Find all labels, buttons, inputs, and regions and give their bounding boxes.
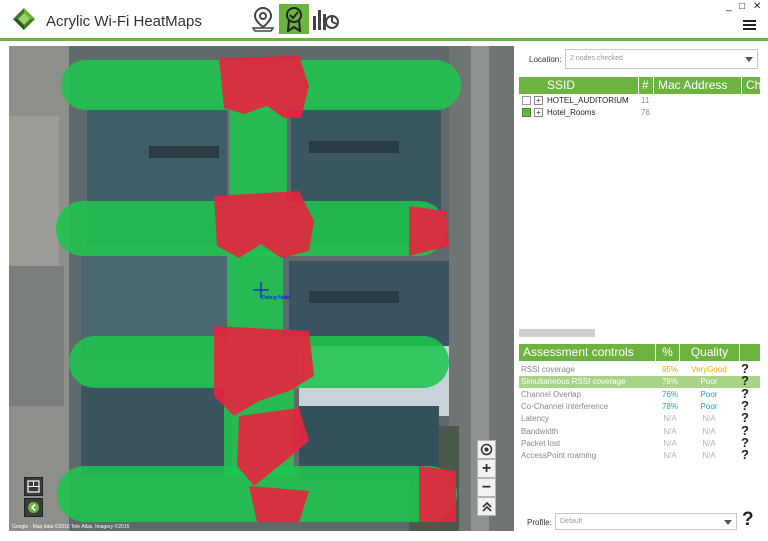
assessment-row[interactable]: Channel Overlap 76% Poor?	[519, 387, 760, 401]
assessment-percent: 76%	[661, 389, 678, 399]
menu-hamburger-icon[interactable]	[743, 20, 756, 30]
assessment-percent: 78%	[661, 401, 678, 411]
location-select[interactable]: 2 nodes checked	[565, 49, 758, 69]
tool-map-pin[interactable]	[248, 4, 278, 34]
assessment-percent: N/A	[663, 438, 677, 448]
assessment-name: Simultaneous RSSI coverage	[521, 377, 626, 387]
assessment-quality: N/A	[702, 451, 716, 461]
app-title: Acrylic Wi-Fi HeatMaps	[46, 13, 202, 30]
dropdown-arrow-icon	[724, 520, 732, 525]
assessment-quality: N/A	[702, 438, 716, 448]
horizontal-scrollbar[interactable]	[519, 329, 595, 337]
ssid-name: Hotel_Rooms	[547, 108, 596, 117]
assessment-quality: N/A	[702, 414, 716, 424]
assessment-percent: N/A	[663, 451, 677, 461]
map-pin-icon	[251, 6, 275, 32]
assessment-name: Latency	[521, 414, 550, 424]
profile-value: Default	[560, 518, 583, 525]
assessment-percent: 95%	[661, 365, 678, 374]
assessment-row[interactable]: Simultaneous RSSI coverage 78% Poor?	[519, 374, 760, 389]
locate-button[interactable]	[477, 440, 496, 459]
ssid-count: 76	[641, 108, 650, 117]
assessment-row[interactable]: Latency N/A N/A?	[519, 411, 760, 425]
report-chart-icon	[313, 10, 339, 30]
help-icon[interactable]: ?	[742, 509, 754, 531]
location-label: Location:	[529, 55, 562, 64]
minimize-button[interactable]: _	[726, 2, 732, 12]
heatmap-view[interactable]: Debug Node + − Google · Map data ©2016 T…	[9, 46, 514, 531]
assessment-quality: Poor	[700, 389, 718, 399]
tool-assessment[interactable]	[279, 4, 309, 34]
col-percent: %	[656, 344, 680, 361]
profile-label: Profile:	[527, 518, 552, 527]
ssid-table-header: SSID # Mac Address Ch	[519, 77, 760, 94]
col-count[interactable]: #	[639, 77, 654, 94]
ssid-row[interactable]: + Hotel_Rooms 76	[519, 107, 760, 118]
expand-up-button[interactable]	[477, 497, 496, 516]
right-panel: Location: 2 nodes checked SSID # Mac Add…	[517, 46, 760, 531]
assessment-name: RSSI coverage	[521, 365, 575, 374]
assessment-quality: N/A	[702, 426, 716, 436]
expand-icon[interactable]: +	[534, 96, 543, 105]
assessment-row[interactable]: RSSI coverage 95% VeryGood?	[519, 362, 760, 376]
title-bar: Acrylic Wi-Fi HeatMaps _ □ ✕	[0, 0, 768, 38]
col-assessment: Assessment controls	[519, 344, 656, 361]
ssid-name: HOTEL_AUDITORIUM	[547, 96, 629, 105]
assessment-name: Bandwidth	[521, 426, 559, 436]
zoom-in-button[interactable]: +	[477, 459, 496, 478]
profile-select[interactable]: Default	[555, 513, 737, 530]
ssid-row[interactable]: + HOTEL_AUDITORIUM 11	[519, 95, 760, 106]
close-button[interactable]: ✕	[753, 2, 761, 12]
ssid-count: 11	[641, 96, 650, 105]
badge-check-icon	[286, 7, 302, 32]
acrylic-logo-icon	[13, 8, 35, 30]
assessment-row[interactable]: Bandwidth N/A N/A?	[519, 424, 760, 438]
ssid-checkbox[interactable]	[522, 96, 531, 105]
assessment-percent: N/A	[663, 426, 677, 436]
floor-plan-button[interactable]	[24, 477, 43, 496]
dropdown-arrow-icon	[745, 57, 753, 62]
back-button[interactable]	[24, 498, 43, 517]
col-mac[interactable]: Mac Address	[654, 77, 742, 94]
ssid-checkbox[interactable]	[522, 108, 531, 117]
col-quality: Quality	[680, 344, 740, 361]
assessment-row[interactable]: AccessPoint roaming N/A N/A?	[519, 448, 760, 462]
locate-icon	[480, 443, 493, 456]
expand-icon[interactable]: +	[534, 108, 543, 117]
assessment-row[interactable]: Co-Channel interference 78% Poor?	[519, 399, 760, 413]
help-icon[interactable]: ?	[741, 448, 749, 461]
floor-plan-icon	[27, 480, 40, 493]
arrow-left-circle-icon	[28, 502, 39, 513]
tool-reports[interactable]	[310, 4, 340, 34]
maximize-button[interactable]: □	[739, 2, 745, 12]
location-value: 2 nodes checked	[570, 55, 623, 62]
assessment-quality: Poor	[700, 377, 718, 387]
zoom-out-button[interactable]: −	[477, 478, 496, 497]
assessment-header: Assessment controls % Quality	[519, 344, 760, 361]
assessment-percent: 78%	[661, 377, 678, 387]
assessment-row[interactable]: Packet lost N/A N/A?	[519, 436, 760, 450]
assessment-name: Co-Channel interference	[521, 401, 609, 411]
assessment-name: AccessPoint roaming	[521, 451, 597, 461]
assessment-name: Channel Overlap	[521, 389, 582, 399]
assessment-quality: Poor	[700, 401, 718, 411]
col-ssid[interactable]: SSID	[519, 77, 639, 94]
satellite-heatmap	[9, 46, 514, 531]
double-chevron-up-icon	[481, 501, 492, 512]
node-label: Debug Node	[262, 295, 291, 301]
col-channel[interactable]: Ch	[742, 77, 760, 94]
assessment-name: Packet lost	[521, 438, 561, 448]
assessment-percent: N/A	[663, 414, 677, 424]
map-attribution: Google · Map data ©2016 Tele Atlas, Imag…	[12, 524, 130, 530]
header-accent-line	[0, 38, 768, 41]
assessment-quality: VeryGood	[691, 365, 727, 374]
